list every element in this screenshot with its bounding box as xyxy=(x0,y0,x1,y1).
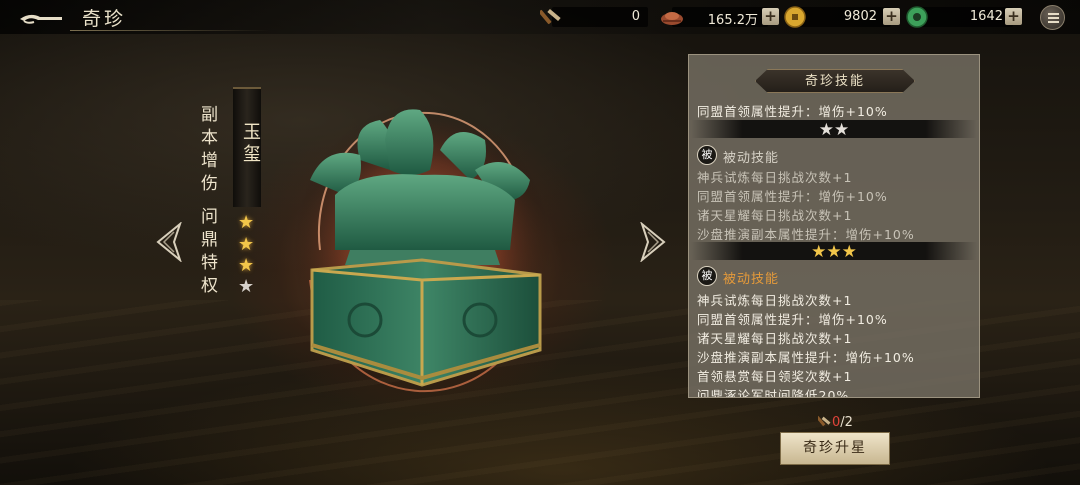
add-jade-button[interactable]: + xyxy=(1005,8,1022,25)
skill-type: 被动技能 xyxy=(723,151,780,166)
ingot-icon xyxy=(661,12,683,25)
skill-line: 沙盘推演副本属性提升：增伤+10% xyxy=(697,227,915,242)
panel-title: 奇珍技能 xyxy=(804,74,865,89)
star-filled: ★ xyxy=(238,212,255,233)
skill-line: 神兵试炼每日挑战次数+1 xyxy=(697,293,853,308)
material-need: /2 xyxy=(840,415,853,430)
upgrade-star-button[interactable]: 奇珍升星 xyxy=(780,432,890,465)
menu-icon xyxy=(1048,21,1059,23)
resource-value: 165.2万 xyxy=(707,13,758,28)
skill-type: 被动技能 xyxy=(723,272,780,287)
add-ingot-button[interactable]: + xyxy=(762,8,779,25)
tier-2-stars: ★★ xyxy=(691,120,977,140)
passive-badge-icon: 被 xyxy=(697,145,717,165)
jade-seal-artwork xyxy=(292,102,552,398)
star-filled: ★ xyxy=(238,234,255,255)
skill-line: 沙盘推演副本属性提升：增伤+10% xyxy=(697,350,915,365)
page-title: 奇珍 xyxy=(82,8,127,30)
add-gold-button[interactable]: + xyxy=(883,8,900,25)
tier-3-stars: ★★★ xyxy=(691,242,977,262)
menu-icon xyxy=(1048,13,1059,15)
star-filled: ★ xyxy=(238,255,255,276)
panel-header: 奇珍技能 xyxy=(755,69,915,93)
skill-line: 神兵试炼每日挑战次数+1 xyxy=(697,170,853,185)
skill-line: 同盟首领属性提升：增伤+10% xyxy=(697,189,888,204)
resource-scroll: 0 xyxy=(540,7,648,27)
treasure-category-col2: 问鼎特权 xyxy=(197,207,217,299)
resource-value: 1642 xyxy=(969,9,1003,24)
menu-button[interactable] xyxy=(1040,5,1065,30)
scroll-token-icon xyxy=(816,415,831,427)
gold-coin-icon xyxy=(784,6,806,28)
next-arrow-icon[interactable] xyxy=(638,222,668,262)
skill-line: 同盟首领属性提升：增伤+10% xyxy=(697,104,888,119)
upgrade-material-counter: 0/2 xyxy=(816,414,853,432)
skill-line: 问鼎涿论军时间降低20% xyxy=(697,388,850,398)
passive-badge-icon: 被 xyxy=(697,266,717,286)
resource-value: 9802 xyxy=(843,9,877,24)
resource-gold: 9802 + xyxy=(783,6,903,28)
resource-jade: 1642 + xyxy=(905,6,1025,28)
skill-line: 诸天星耀每日挑战次数+1 xyxy=(697,208,853,223)
resource-value: 0 xyxy=(631,9,640,24)
tier-stars: ★★★ xyxy=(811,242,857,262)
skill-line: 诸天星耀每日挑战次数+1 xyxy=(697,331,853,346)
menu-icon xyxy=(1048,17,1059,19)
resource-ingot: 165.2万 + xyxy=(660,7,780,28)
treasure-category-col1: 副本增伤 xyxy=(197,105,217,197)
prev-arrow-icon[interactable] xyxy=(154,222,184,262)
jade-coin-icon xyxy=(906,6,928,28)
skill-line: 首领悬赏每日领奖次数+1 xyxy=(697,369,853,384)
back-button[interactable] xyxy=(16,6,66,28)
tier-stars: ★★ xyxy=(818,120,850,140)
skill-line: 同盟首领属性提升：增伤+10% xyxy=(697,312,888,327)
treasure-name: 玉玺 xyxy=(240,122,261,166)
title-underline xyxy=(70,30,270,31)
star-empty: ★ xyxy=(238,276,255,297)
scroll-token-icon xyxy=(540,8,561,25)
skill-panel: 奇珍技能 同盟首领属性提升：增伤+10% ★★ 被 被动技能 神兵试炼每日挑战次… xyxy=(688,54,980,398)
